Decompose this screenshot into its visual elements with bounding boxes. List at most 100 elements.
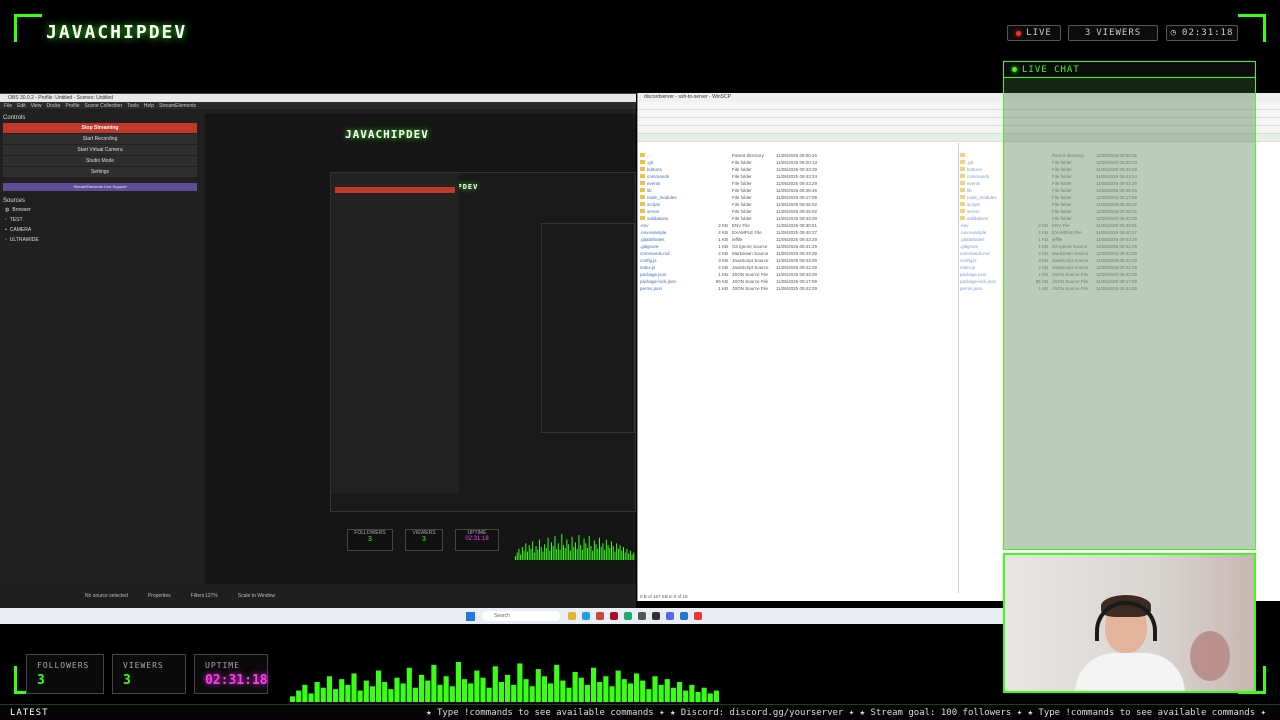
file-row[interactable]: .git File folder 11/05/2025 09:20:13: [640, 160, 820, 167]
folder-icon: [640, 181, 645, 185]
source-item[interactable]: ▫ ULTRAWIDE: [0, 235, 200, 245]
visualizer-bar: [580, 545, 582, 560]
app-icon[interactable]: [596, 612, 604, 620]
winscp-icon[interactable]: [680, 612, 688, 620]
visualizer-bar: [394, 677, 400, 702]
windows-start-icon[interactable]: [466, 612, 475, 621]
app-icon[interactable]: [694, 612, 702, 620]
frame-corner-top-left: [14, 14, 42, 42]
file-row[interactable]: .gitignore 1 KB Git Ignore Source 11/05/202…: [640, 244, 820, 251]
visualizer-bar: [549, 550, 551, 560]
menu-item-file[interactable]: File: [4, 103, 12, 109]
menu-item-edit[interactable]: Edit: [17, 103, 26, 109]
menu-item-scene-collection[interactable]: Scene Collection: [85, 103, 123, 109]
brand-title: JAVACHIPDEV: [46, 22, 188, 43]
file-row[interactable]: index.js 2 KB JavaScript Source 11/05/2025 …: [640, 265, 820, 272]
folder-icon: [640, 209, 645, 213]
local-file-list[interactable]: .. Parent directory 11/05/2025 09:00:26 .gi…: [640, 153, 820, 293]
file-row[interactable]: .. Parent directory 11/05/2025 09:00:26: [640, 153, 820, 160]
streamelements-support-link[interactable]: StreamElements Live Support: [3, 183, 197, 191]
stop-streaming-button[interactable]: Stop Streaming: [3, 123, 197, 133]
file-row[interactable]: lib File folder 11/05/2025 09:26:46: [640, 188, 820, 195]
settings-button[interactable]: Settings: [3, 167, 197, 177]
properties-button[interactable]: Properties: [148, 593, 171, 599]
visualizer-bar: [627, 683, 633, 702]
app-icon[interactable]: [638, 612, 646, 620]
edge-icon[interactable]: [582, 612, 590, 620]
file-row[interactable]: commands File folder 11/05/2025 09:43:24: [640, 174, 820, 181]
app-icon[interactable]: [624, 612, 632, 620]
discord-icon[interactable]: [666, 612, 674, 620]
visualizer-bar: [568, 544, 570, 560]
start-recording-button[interactable]: Start Recording: [3, 134, 197, 144]
visualizer-bar: [619, 545, 621, 560]
file-row[interactable]: perms.json 1 KB JSON Source File 11/05/2025…: [640, 286, 820, 293]
visualizer-bar: [544, 544, 546, 560]
nested-preview: JAVACHIPDEV: [330, 172, 636, 512]
studio-mode-button[interactable]: Studio Mode: [3, 156, 197, 166]
file-row[interactable]: scripts File folder 11/05/2025 09:46:02: [640, 202, 820, 209]
start-virtual-camera-button[interactable]: Start Virtual Camera: [3, 145, 197, 155]
visualizer-bar: [320, 687, 326, 702]
taskbar-search[interactable]: Search: [482, 611, 560, 621]
preview-canvas[interactable]: JAVACHIPDEV JAVACHIPDEV FOLLOWERS3 VIEWE…: [205, 114, 636, 594]
visualizer-bar: [707, 693, 713, 702]
visualizer-bar: [345, 684, 351, 702]
visualizer-bar: [566, 539, 568, 560]
visualizer-bar: [615, 670, 621, 702]
menu-item-streamelements[interactable]: StreamElements: [159, 103, 196, 109]
acrobat-icon[interactable]: [610, 612, 618, 620]
file-row[interactable]: buttons File folder 11/05/2025 09:43:29: [640, 167, 820, 174]
visualizer-bar: [597, 682, 603, 702]
menu-item-profile[interactable]: Profile: [65, 103, 79, 109]
menu-item-view[interactable]: View: [31, 103, 42, 109]
visualizer-bar: [443, 676, 449, 702]
visualizer-bar: [604, 549, 606, 560]
file-row[interactable]: node_modules File folder 11/05/2025 09:17:…: [640, 195, 820, 202]
file-row[interactable]: validations File folder 11/05/2025 09:43:2…: [640, 216, 820, 223]
menu-item-help[interactable]: Help: [144, 103, 154, 109]
visualizer-bar: [616, 543, 618, 560]
visualizer-bar: [628, 553, 630, 560]
visualizer-bar: [566, 687, 572, 702]
explorer-icon[interactable]: [568, 612, 576, 620]
menu-item-docks[interactable]: Docks: [46, 103, 60, 109]
file-row[interactable]: .gitattributes 1 KB ieffile 11/05/2025 09:4…: [640, 237, 820, 244]
taskbar-apps: [568, 612, 702, 620]
visualizer-bar: [400, 683, 406, 702]
file-row[interactable]: commands.md 2 KB Markdown Source 11/05/2025…: [640, 251, 820, 258]
visualizer-bar: [623, 547, 624, 560]
scale-select[interactable]: Scale to Window: [238, 593, 275, 599]
visualizer-bar: [492, 666, 498, 702]
file-row[interactable]: events File folder 11/05/2025 09:43:29: [640, 181, 820, 188]
folder-icon: [640, 167, 645, 171]
menu-item-tools[interactable]: Tools: [127, 103, 139, 109]
live-chat-title: LIVE CHAT: [1022, 64, 1080, 75]
file-row[interactable]: config.js 3 KB JavaScript Source 11/05/2025…: [640, 258, 820, 265]
file-row[interactable]: server File folder 11/05/2025 09:46:02: [640, 209, 820, 216]
visualizer-bar: [585, 543, 587, 560]
file-row[interactable]: package-lock.json 95 KB JSON Source File 11…: [640, 279, 820, 286]
obs-icon[interactable]: [652, 612, 660, 620]
visualizer-bar: [588, 535, 590, 560]
visualizer-bar: [474, 670, 480, 702]
visualizer-bar: [419, 674, 425, 702]
visualizer-bar: [695, 692, 701, 702]
visualizer-bar: [626, 548, 628, 560]
file-row[interactable]: .env 2 KB ENV File 11/05/2025 09:30:51: [640, 223, 820, 230]
visualizer-bar: [561, 534, 563, 560]
visualizer-bar: [545, 547, 547, 560]
visualizer-bar: [599, 537, 600, 560]
folder-icon: [640, 188, 645, 192]
zoom-level[interactable]: 127%: [205, 593, 218, 599]
filters-button[interactable]: Filters: [191, 593, 205, 599]
source-item[interactable]: ▪ CAMERA: [0, 225, 200, 235]
visualizer-bar: [607, 545, 609, 560]
file-row[interactable]: .env.example 4 KB EXAMPLE File 11/05/2025 0…: [640, 230, 820, 237]
file-row[interactable]: package.json 1 KB JSON Source File 11/05/20…: [640, 272, 820, 279]
source-item[interactable]: ◍ Browser: [0, 205, 200, 215]
visualizer-bar: [533, 552, 535, 560]
folder-icon: [960, 188, 965, 192]
followers-stat: FOLLOWERS 3: [26, 654, 104, 694]
source-item[interactable]: ▫ TEST: [0, 215, 200, 225]
